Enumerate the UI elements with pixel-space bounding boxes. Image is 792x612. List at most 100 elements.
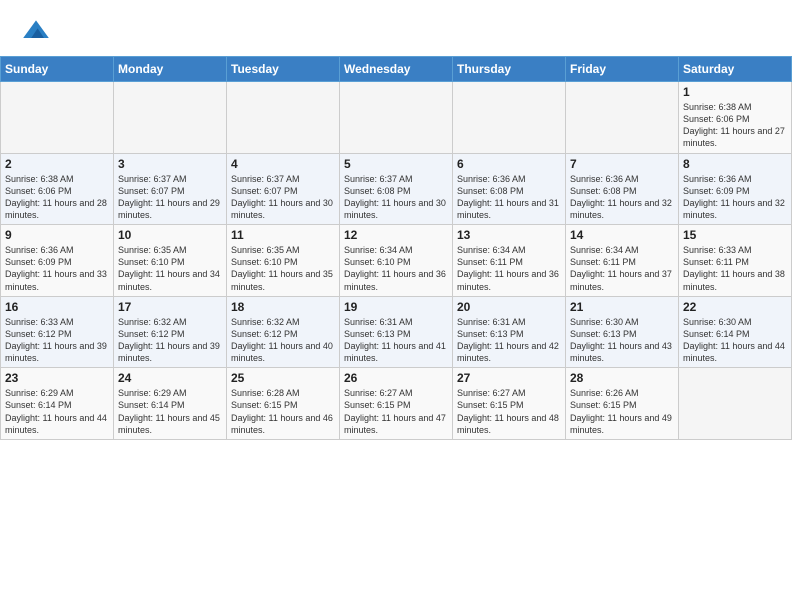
calendar-cell: 25Sunrise: 6:28 AM Sunset: 6:15 PM Dayli… <box>227 368 340 440</box>
calendar-cell: 16 Sunrise: 6:33 AM Sunset: 6:12 PM Dayli… <box>1 296 114 368</box>
calendar-cell: 19 Sunrise: 6:31 AM Sunset: 6:13 PM Dayli… <box>340 296 453 368</box>
calendar-cell: 23 Sunrise: 6:29 AM Sunset: 6:14 PM Dayli… <box>1 368 114 440</box>
day-info: Sunrise: 6:27 AM Sunset: 6:15 PM Dayligh… <box>457 387 561 436</box>
day-info: Sunrise: 6:35 AM Sunset: 6:10 PM Dayligh… <box>118 244 222 293</box>
week-row-3: 9 Sunrise: 6:36 AM Sunset: 6:09 PM Daylig… <box>1 225 792 297</box>
week-row-4: 16 Sunrise: 6:33 AM Sunset: 6:12 PM Dayli… <box>1 296 792 368</box>
calendar-cell: 11 Sunrise: 6:35 AM Sunset: 6:10 PM Dayli… <box>227 225 340 297</box>
calendar-cell: 9 Sunrise: 6:36 AM Sunset: 6:09 PM Daylig… <box>1 225 114 297</box>
calendar: SundayMondayTuesdayWednesdayThursdayFrid… <box>0 56 792 440</box>
logo-icon <box>20 14 52 46</box>
calendar-cell: 14 Sunrise: 6:34 AM Sunset: 6:11 PM Dayli… <box>566 225 679 297</box>
day-info: Sunrise: 6:36 AM Sunset: 6:09 PM Dayligh… <box>5 244 109 293</box>
header <box>0 0 792 52</box>
calendar-cell: 5Sunrise: 6:37 AM Sunset: 6:08 PM Daylig… <box>340 153 453 225</box>
day-info: Sunrise: 6:27 AM Sunset: 6:15 PM Dayligh… <box>344 387 448 436</box>
day-number: 15 <box>683 228 787 242</box>
day-number: 14 <box>570 228 674 242</box>
day-info: Sunrise: 6:29 AM Sunset: 6:14 PM Dayligh… <box>5 387 109 436</box>
calendar-cell <box>679 368 792 440</box>
day-number: 8 <box>683 157 787 171</box>
day-number: 27 <box>457 371 561 385</box>
day-info: Sunrise: 6:32 AM Sunset: 6:12 PM Dayligh… <box>231 316 335 365</box>
day-info: Sunrise: 6:33 AM Sunset: 6:12 PM Dayligh… <box>5 316 109 365</box>
day-info: Sunrise: 6:37 AM Sunset: 6:07 PM Dayligh… <box>118 173 222 222</box>
weekday-header-tuesday: Tuesday <box>227 57 340 82</box>
logo <box>16 14 52 46</box>
day-number: 19 <box>344 300 448 314</box>
day-number: 13 <box>457 228 561 242</box>
calendar-cell: 3 Sunrise: 6:37 AM Sunset: 6:07 PM Daylig… <box>114 153 227 225</box>
calendar-cell: 24 Sunrise: 6:29 AM Sunset: 6:14 PM Dayli… <box>114 368 227 440</box>
day-info: Sunrise: 6:35 AM Sunset: 6:10 PM Dayligh… <box>231 244 335 293</box>
calendar-cell <box>566 82 679 154</box>
calendar-cell: 13 Sunrise: 6:34 AM Sunset: 6:11 PM Dayli… <box>453 225 566 297</box>
weekday-header-row: SundayMondayTuesdayWednesdayThursdayFrid… <box>1 57 792 82</box>
day-number: 5 <box>344 157 448 171</box>
calendar-cell: 20 Sunrise: 6:31 AM Sunset: 6:13 PM Dayli… <box>453 296 566 368</box>
day-number: 4 <box>231 157 335 171</box>
week-row-2: 2Sunrise: 6:38 AM Sunset: 6:06 PM Daylig… <box>1 153 792 225</box>
day-number: 10 <box>118 228 222 242</box>
calendar-cell <box>227 82 340 154</box>
day-number: 6 <box>457 157 561 171</box>
day-number: 3 <box>118 157 222 171</box>
calendar-cell: 21Sunrise: 6:30 AM Sunset: 6:13 PM Dayli… <box>566 296 679 368</box>
weekday-header-thursday: Thursday <box>453 57 566 82</box>
day-number: 26 <box>344 371 448 385</box>
calendar-cell: 18 Sunrise: 6:32 AM Sunset: 6:12 PM Dayli… <box>227 296 340 368</box>
day-info: Sunrise: 6:34 AM Sunset: 6:11 PM Dayligh… <box>570 244 674 293</box>
day-info: Sunrise: 6:29 AM Sunset: 6:14 PM Dayligh… <box>118 387 222 436</box>
calendar-cell: 28 Sunrise: 6:26 AM Sunset: 6:15 PM Dayli… <box>566 368 679 440</box>
day-info: Sunrise: 6:34 AM Sunset: 6:11 PM Dayligh… <box>457 244 561 293</box>
day-number: 20 <box>457 300 561 314</box>
calendar-cell: 26 Sunrise: 6:27 AM Sunset: 6:15 PM Dayli… <box>340 368 453 440</box>
day-number: 7 <box>570 157 674 171</box>
day-info: Sunrise: 6:32 AM Sunset: 6:12 PM Dayligh… <box>118 316 222 365</box>
day-info: Sunrise: 6:26 AM Sunset: 6:15 PM Dayligh… <box>570 387 674 436</box>
weekday-header-saturday: Saturday <box>679 57 792 82</box>
day-info: Sunrise: 6:30 AM Sunset: 6:14 PM Dayligh… <box>683 316 787 365</box>
calendar-cell: 10 Sunrise: 6:35 AM Sunset: 6:10 PM Dayli… <box>114 225 227 297</box>
day-info: Sunrise: 6:31 AM Sunset: 6:13 PM Dayligh… <box>457 316 561 365</box>
day-number: 16 <box>5 300 109 314</box>
day-info: Sunrise: 6:34 AM Sunset: 6:10 PM Dayligh… <box>344 244 448 293</box>
week-row-5: 23 Sunrise: 6:29 AM Sunset: 6:14 PM Dayli… <box>1 368 792 440</box>
day-number: 28 <box>570 371 674 385</box>
weekday-header-wednesday: Wednesday <box>340 57 453 82</box>
calendar-cell: 4 Sunrise: 6:37 AM Sunset: 6:07 PM Daylig… <box>227 153 340 225</box>
day-info: Sunrise: 6:36 AM Sunset: 6:09 PM Dayligh… <box>683 173 787 222</box>
calendar-cell: 12 Sunrise: 6:34 AM Sunset: 6:10 PM Dayli… <box>340 225 453 297</box>
calendar-cell <box>1 82 114 154</box>
day-number: 2 <box>5 157 109 171</box>
week-row-1: 1 Sunrise: 6:38 AM Sunset: 6:06 PM Daylig… <box>1 82 792 154</box>
day-number: 25 <box>231 371 335 385</box>
calendar-cell <box>340 82 453 154</box>
weekday-header-sunday: Sunday <box>1 57 114 82</box>
day-number: 23 <box>5 371 109 385</box>
page: SundayMondayTuesdayWednesdayThursdayFrid… <box>0 0 792 440</box>
calendar-cell: 27 Sunrise: 6:27 AM Sunset: 6:15 PM Dayli… <box>453 368 566 440</box>
calendar-cell: 17 Sunrise: 6:32 AM Sunset: 6:12 PM Dayli… <box>114 296 227 368</box>
weekday-header-monday: Monday <box>114 57 227 82</box>
day-number: 11 <box>231 228 335 242</box>
day-info: Sunrise: 6:38 AM Sunset: 6:06 PM Dayligh… <box>683 101 787 150</box>
calendar-cell: 6 Sunrise: 6:36 AM Sunset: 6:08 PM Daylig… <box>453 153 566 225</box>
calendar-cell: 15 Sunrise: 6:33 AM Sunset: 6:11 PM Dayli… <box>679 225 792 297</box>
day-number: 18 <box>231 300 335 314</box>
day-info: Sunrise: 6:36 AM Sunset: 6:08 PM Dayligh… <box>457 173 561 222</box>
day-info: Sunrise: 6:37 AM Sunset: 6:07 PM Dayligh… <box>231 173 335 222</box>
day-number: 12 <box>344 228 448 242</box>
day-number: 24 <box>118 371 222 385</box>
day-number: 21 <box>570 300 674 314</box>
day-number: 1 <box>683 85 787 99</box>
weekday-header-friday: Friday <box>566 57 679 82</box>
day-number: 22 <box>683 300 787 314</box>
day-info: Sunrise: 6:31 AM Sunset: 6:13 PM Dayligh… <box>344 316 448 365</box>
day-number: 17 <box>118 300 222 314</box>
calendar-cell: 1 Sunrise: 6:38 AM Sunset: 6:06 PM Daylig… <box>679 82 792 154</box>
calendar-cell: 8 Sunrise: 6:36 AM Sunset: 6:09 PM Daylig… <box>679 153 792 225</box>
day-number: 9 <box>5 228 109 242</box>
day-info: Sunrise: 6:33 AM Sunset: 6:11 PM Dayligh… <box>683 244 787 293</box>
calendar-cell: 7Sunrise: 6:36 AM Sunset: 6:08 PM Daylig… <box>566 153 679 225</box>
